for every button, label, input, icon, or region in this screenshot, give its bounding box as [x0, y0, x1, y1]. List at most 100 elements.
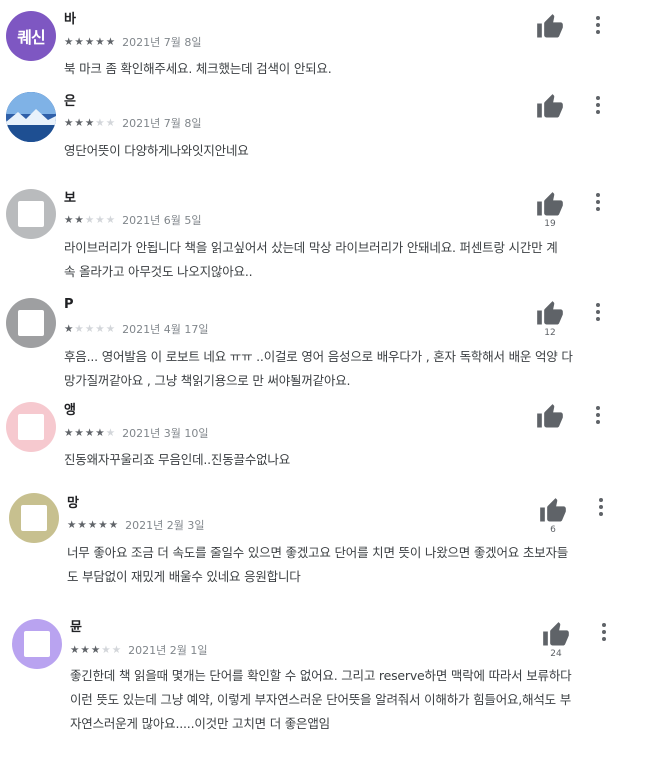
avatar [6, 92, 56, 142]
more-vert-icon[interactable] [588, 92, 608, 118]
avatar [6, 189, 56, 239]
star-filled-icon: ★ [64, 35, 74, 48]
star-empty-icon: ★ [101, 643, 111, 656]
review-meta: ★ ★ ★ ★ ★ 2021년 3월 10일 [64, 425, 208, 441]
star-filled-icon: ★ [74, 426, 84, 439]
star-rating: ★ ★ ★ ★ ★ [64, 37, 116, 48]
more-vert-icon[interactable] [588, 402, 608, 428]
avatar-placeholder [18, 414, 44, 440]
star-filled-icon: ★ [64, 426, 74, 439]
review-text-line: 속 올라가고 아무것도 나오지않아요.. [64, 264, 253, 279]
star-filled-icon: ★ [70, 643, 80, 656]
avatar [6, 402, 56, 452]
star-empty-icon: ★ [84, 213, 95, 226]
avatar-placeholder [24, 631, 50, 657]
thumb-up-icon[interactable] [536, 13, 564, 41]
star-empty-icon: ★ [95, 213, 105, 226]
thumb-up-icon[interactable] [536, 403, 564, 431]
reviewer-name: 앵 [64, 403, 76, 418]
helpful-count: 12 [544, 328, 556, 338]
star-filled-icon: ★ [74, 35, 84, 48]
more-vert-icon[interactable] [588, 12, 608, 38]
review-date: 2021년 7월 8일 [122, 36, 202, 49]
review-text-line: 자연스러운게 많아요.....이것만 고치면 더 좋은앱임 [70, 716, 330, 731]
reviewer-name: 은 [64, 94, 76, 109]
star-filled-icon: ★ [64, 116, 74, 129]
review-date: 2021년 2월 1일 [128, 644, 208, 657]
star-rating: ★ ★ ★ ★ ★ [64, 118, 116, 129]
star-rating: ★ ★ ★ ★ ★ [64, 215, 116, 226]
star-empty-icon: ★ [105, 116, 116, 129]
avatar-placeholder [21, 505, 47, 531]
review-meta: ★ ★ ★ ★ ★ 2021년 2월 3일 [67, 517, 204, 533]
thumb-up-icon[interactable] [539, 497, 567, 525]
star-filled-icon: ★ [95, 426, 105, 439]
review-date: 2021년 6월 5일 [122, 214, 202, 227]
star-empty-icon: ★ [111, 643, 122, 656]
avatar: 퀘신 [6, 11, 56, 61]
reviewer-name: 바 [64, 12, 76, 27]
star-filled-icon: ★ [98, 518, 108, 531]
avatar-placeholder [18, 310, 44, 336]
reviewer-name: 보 [64, 191, 76, 206]
review-body: 영단어뜻이 다양하게나와잇지안네요 [64, 139, 634, 163]
review-meta: ★ ★ ★ ★ ★ 2021년 7월 8일 [64, 115, 201, 131]
star-filled-icon: ★ [84, 35, 95, 48]
thumb-up-icon[interactable] [536, 191, 564, 219]
review-text-line: 이런 뜻도 있는데 그냥 예약, 이렇게 부자연스러운 단어뜻을 알려줘서 이해… [70, 692, 572, 707]
star-empty-icon: ★ [105, 426, 116, 439]
review-date: 2021년 3월 10일 [122, 427, 209, 440]
review-text-line: 너무 좋아요 조금 더 속도를 줄일수 있으면 좋겠고요 단어를 치면 뜻이 나… [67, 545, 569, 560]
star-filled-icon: ★ [74, 213, 84, 226]
review-text-line: 진동왜자꾸울리죠 무음인데..진동끌수없나요 [64, 452, 291, 467]
more-vert-icon[interactable] [588, 189, 608, 215]
avatar-placeholder [18, 201, 44, 227]
review-text-line: 라이브러리가 안됩니다 책을 읽고싶어서 샀는데 막상 라이브러리가 안돼네요.… [64, 240, 558, 255]
review-text-line: 영단어뜻이 다양하게나와잇지안네요 [64, 143, 249, 158]
star-filled-icon: ★ [64, 213, 74, 226]
avatar [12, 619, 62, 669]
more-vert-icon[interactable] [591, 494, 611, 520]
avatar [6, 298, 56, 348]
star-rating: ★ ★ ★ ★ ★ [64, 324, 116, 335]
thumb-up-icon[interactable] [542, 621, 570, 649]
star-filled-icon: ★ [74, 116, 84, 129]
review-text-line: 후음... 영어발음 이 로보트 네요 ㅠㅠ ..이걸로 영어 음성으로 배우다… [64, 349, 573, 364]
more-vert-icon[interactable] [594, 619, 614, 645]
avatar-photo [6, 92, 56, 142]
star-empty-icon: ★ [95, 322, 105, 335]
star-rating: ★ ★ ★ ★ ★ [70, 645, 122, 656]
star-filled-icon: ★ [87, 518, 98, 531]
star-filled-icon: ★ [90, 643, 101, 656]
star-rating: ★ ★ ★ ★ ★ [64, 428, 116, 439]
star-filled-icon: ★ [64, 322, 74, 335]
thumb-up-icon[interactable] [536, 300, 564, 328]
review-meta: ★ ★ ★ ★ ★ 2021년 7월 8일 [64, 34, 201, 50]
avatar-initials: 퀘신 [17, 28, 45, 47]
star-filled-icon: ★ [67, 518, 77, 531]
star-filled-icon: ★ [95, 35, 105, 48]
avatar [9, 493, 59, 543]
review-body: 북 마크 좀 확인해주세요. 체크했는데 검색이 안되요. [64, 57, 634, 81]
review-date: 2021년 2월 3일 [125, 519, 205, 532]
star-filled-icon: ★ [84, 426, 95, 439]
review-body: 너무 좋아요 조금 더 속도를 줄일수 있으면 좋겠고요 단어를 치면 뜻이 나… [67, 541, 637, 589]
review-text-line: 좋긴한데 책 읽을때 몇개는 단어를 확인할 수 없어요. 그리고 reserv… [70, 668, 572, 683]
review-text-line: 망가질꺼같아요 , 그냥 책읽기용으로 만 써야될꺼같아요. [64, 373, 351, 388]
star-rating: ★ ★ ★ ★ ★ [67, 520, 119, 531]
review-body: 후음... 영어발음 이 로보트 네요 ㅠㅠ ..이걸로 영어 음성으로 배우다… [64, 345, 634, 393]
more-vert-icon[interactable] [588, 299, 608, 325]
star-filled-icon: ★ [77, 518, 87, 531]
review-body: 진동왜자꾸울리죠 무음인데..진동끌수없나요 [64, 448, 634, 472]
review-text-line: 도 부담없이 재밌게 배울수 있네요 응원합니다 [67, 569, 301, 584]
reviewer-name: P [64, 297, 74, 312]
review-meta: ★ ★ ★ ★ ★ 2021년 6월 5일 [64, 212, 201, 228]
reviewer-name: 뮨 [70, 620, 82, 635]
reviewer-name: 망 [67, 496, 79, 511]
helpful-count: 24 [550, 649, 562, 659]
review-meta: ★ ★ ★ ★ ★ 2021년 2월 1일 [70, 642, 207, 658]
review-date: 2021년 7월 8일 [122, 117, 202, 130]
thumb-up-icon[interactable] [536, 93, 564, 121]
star-empty-icon: ★ [105, 322, 116, 335]
star-empty-icon: ★ [84, 322, 95, 335]
